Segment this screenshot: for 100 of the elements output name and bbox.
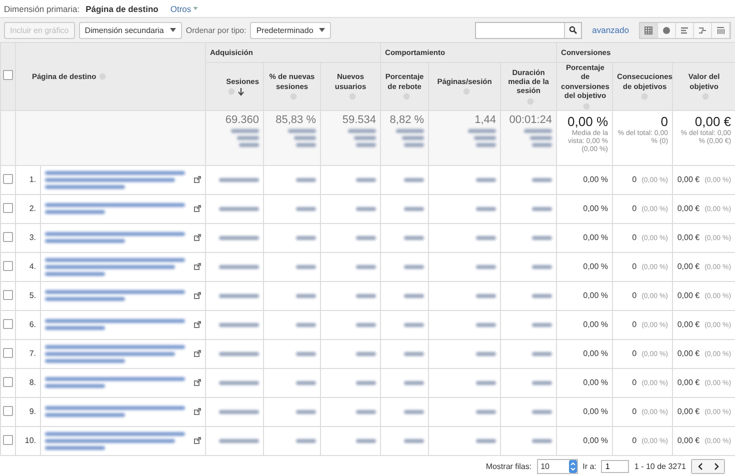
external-link-icon[interactable]	[194, 408, 201, 415]
total-value: 85,83 %	[274, 114, 316, 126]
external-link-icon[interactable]	[194, 321, 201, 328]
view-toggle[interactable]	[676, 22, 694, 38]
table-cell: 0,00 €	[677, 262, 700, 271]
total-value: 59.534	[341, 114, 376, 126]
table-cell: 0	[632, 204, 637, 213]
table-cell: 0	[632, 436, 637, 445]
row-number: 1.	[29, 175, 36, 184]
pie-chart-icon	[662, 26, 671, 34]
table-cell: 0	[632, 349, 637, 358]
sort-type-label: Ordenar por tipo:	[186, 26, 246, 34]
comparison-icon	[698, 26, 707, 34]
external-link-icon[interactable]	[194, 379, 201, 386]
total-value: 69.360	[224, 114, 259, 126]
total-value: 0,00 €	[694, 114, 732, 128]
row-number: 2.	[29, 204, 36, 213]
table-cell: 0,00 %	[583, 291, 608, 300]
other-dimensions-link[interactable]: Otros	[170, 4, 198, 14]
table-cell: 0,00 €	[677, 407, 700, 416]
sort-arrow-icon[interactable]	[238, 88, 244, 96]
table-cell: 0,00 €	[677, 378, 700, 387]
next-page-button[interactable]	[708, 460, 724, 473]
select-all-checkbox[interactable]	[3, 70, 13, 80]
row-number: 10.	[24, 436, 36, 445]
bar-list-icon	[680, 26, 689, 34]
total-value: 1,44	[474, 114, 496, 126]
view-toggle[interactable]	[694, 22, 712, 38]
goto-field[interactable]: 1	[601, 460, 630, 473]
primary-dimension-value[interactable]: Página de destino	[86, 4, 158, 14]
table-cell: 0,00 %	[583, 175, 608, 184]
table-cell: 0	[632, 233, 637, 242]
row-number: 6.	[29, 320, 36, 329]
external-link-icon[interactable]	[194, 292, 201, 299]
grid-icon	[644, 26, 653, 34]
table-cell: 0	[632, 320, 637, 329]
row-checkbox[interactable]	[3, 434, 13, 444]
table-cell: 0,00 €	[677, 320, 700, 329]
external-link-icon[interactable]	[194, 234, 201, 241]
caret-icon	[319, 28, 326, 32]
total-value: 0,00 %	[566, 114, 608, 128]
row-checkbox[interactable]	[3, 260, 13, 270]
table-cell: 0,00 €	[677, 204, 700, 213]
external-link-icon[interactable]	[194, 350, 201, 357]
table-cell: 0,00 %	[583, 407, 608, 416]
view-toggle[interactable]	[712, 22, 730, 38]
row-number: 5.	[29, 291, 36, 300]
external-link-icon[interactable]	[194, 437, 201, 444]
row-checkbox[interactable]	[3, 376, 13, 386]
table-cell: 0,00 %	[583, 262, 608, 271]
row-checkbox[interactable]	[3, 348, 13, 358]
help-icon[interactable]	[582, 102, 590, 110]
row-checkbox[interactable]	[3, 290, 13, 300]
row-checkbox[interactable]	[3, 406, 13, 416]
total-value: 00:01:24	[508, 114, 552, 126]
rows-select[interactable]: 10	[536, 459, 578, 474]
chevron-right-icon	[714, 463, 718, 470]
table-cell: 0	[632, 262, 637, 271]
table-cell: 0	[632, 291, 637, 300]
search-icon[interactable]	[569, 26, 578, 34]
table-cell: 0,00 €	[677, 436, 700, 445]
table-cell: 0	[632, 378, 637, 387]
row-number: 3.	[29, 233, 36, 242]
external-link-icon[interactable]	[194, 176, 201, 183]
sort-type-dropdown[interactable]: Predeterminado	[250, 22, 332, 38]
chevron-left-icon	[698, 463, 702, 470]
external-link-icon[interactable]	[194, 263, 201, 270]
external-link-icon[interactable]	[194, 205, 201, 212]
goto-label: Ir a:	[582, 462, 596, 471]
table-cell: 0,00 %	[583, 349, 608, 358]
total-value: 0	[660, 114, 668, 128]
row-checkbox[interactable]	[3, 318, 13, 328]
secondary-dimension-dropdown[interactable]: Dimensión secundaria	[78, 22, 182, 38]
advanced-link[interactable]: avanzado	[592, 25, 629, 35]
view-toggle[interactable]	[658, 22, 676, 38]
table-cell: 0	[632, 407, 637, 416]
table-cell: 0,00 %	[583, 436, 608, 445]
caret-icon	[193, 7, 198, 10]
row-checkbox[interactable]	[3, 174, 13, 184]
table-cell: 0,00 %	[583, 233, 608, 242]
table-cell: 0	[632, 175, 637, 184]
table-cell: 0,00 €	[677, 291, 700, 300]
row-checkbox[interactable]	[3, 202, 13, 212]
spinner-icon	[568, 460, 577, 473]
rows-label: Mostrar filas:	[486, 462, 532, 471]
total-value: 8,82 %	[388, 114, 424, 126]
table-cell: 0,00 €	[677, 233, 700, 242]
primary-dimension-label: Dimensión primaria:	[4, 4, 80, 14]
row-number: 8.	[29, 378, 36, 387]
table-cell: 0,00 €	[677, 349, 700, 358]
page-range: 1 - 10 de 3271	[634, 462, 686, 471]
search-field[interactable]	[475, 22, 582, 38]
table-cell: 0,00 %	[583, 378, 608, 387]
previous-page-button[interactable]	[692, 460, 708, 473]
caret-icon	[170, 28, 176, 32]
table-cell: 0,00 %	[583, 320, 608, 329]
view-toggle[interactable]	[640, 22, 658, 38]
row-checkbox[interactable]	[3, 232, 13, 242]
row-number: 9.	[29, 407, 36, 416]
row-number: 4.	[29, 262, 36, 271]
